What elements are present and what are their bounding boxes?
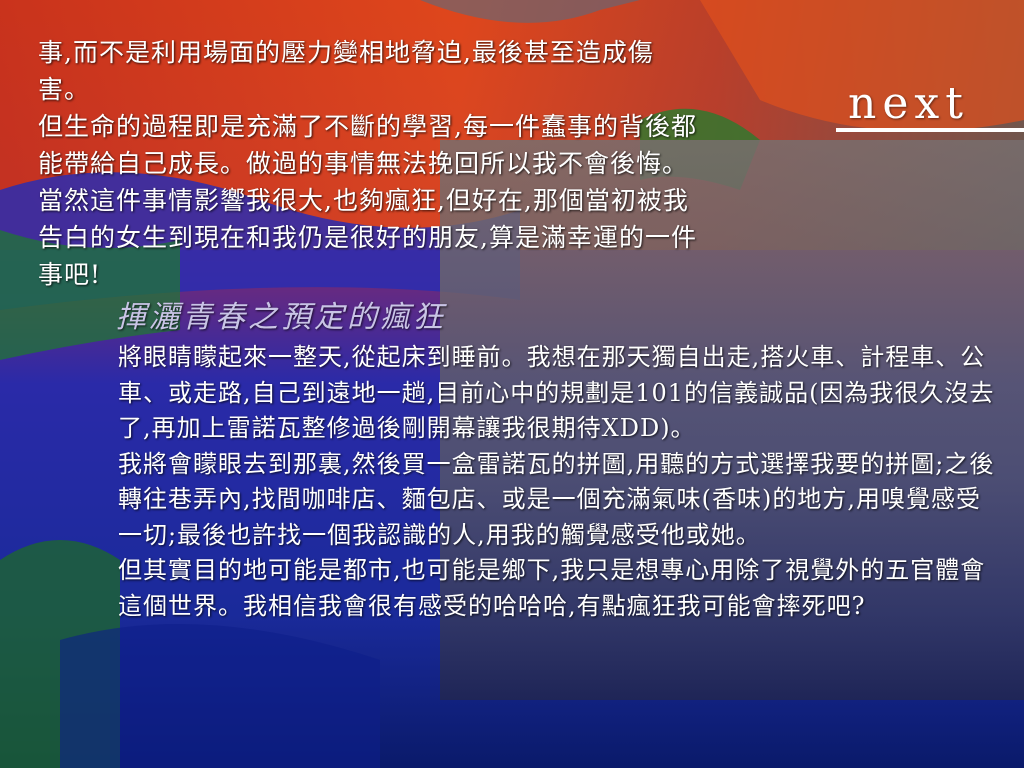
story-paragraph: 但其實目的地可能是都市,也可能是鄉下,我只是想專心用除了視覺外的五官體會這個世界… xyxy=(118,556,986,620)
section-title: 揮灑青春之預定的瘋狂 xyxy=(116,300,446,335)
story-paragraph: 將眼睛矇起來一整天,從起床到睡前。我想在那天獨自出走,搭火車、計程車、公車、或走… xyxy=(118,343,995,442)
next-underline xyxy=(836,128,1024,132)
story-text: 將眼睛矇起來一整天,從起床到睡前。我想在那天獨自出走,搭火車、計程車、公車、或走… xyxy=(118,340,998,624)
intro-paragraph: 事,而不是利用場面的壓力變相地脅迫,最後甚至造成傷害。 xyxy=(38,38,654,104)
story-paragraph: 我將會矇眼去到那裏,然後買一盒雷諾瓦的拼圖,用聽的方式選擇我要的拼圖;之後轉往巷… xyxy=(118,449,995,549)
intro-text: 事,而不是利用場面的壓力變相地脅迫,最後甚至造成傷害。 但生命的過程即是充滿了不… xyxy=(38,34,700,293)
next-button[interactable]: next xyxy=(848,78,969,129)
intro-paragraph: 但生命的過程即是充滿了不斷的學習,每一件蠢事的背後都能帶給自己成長。做過的事情無… xyxy=(38,112,697,289)
